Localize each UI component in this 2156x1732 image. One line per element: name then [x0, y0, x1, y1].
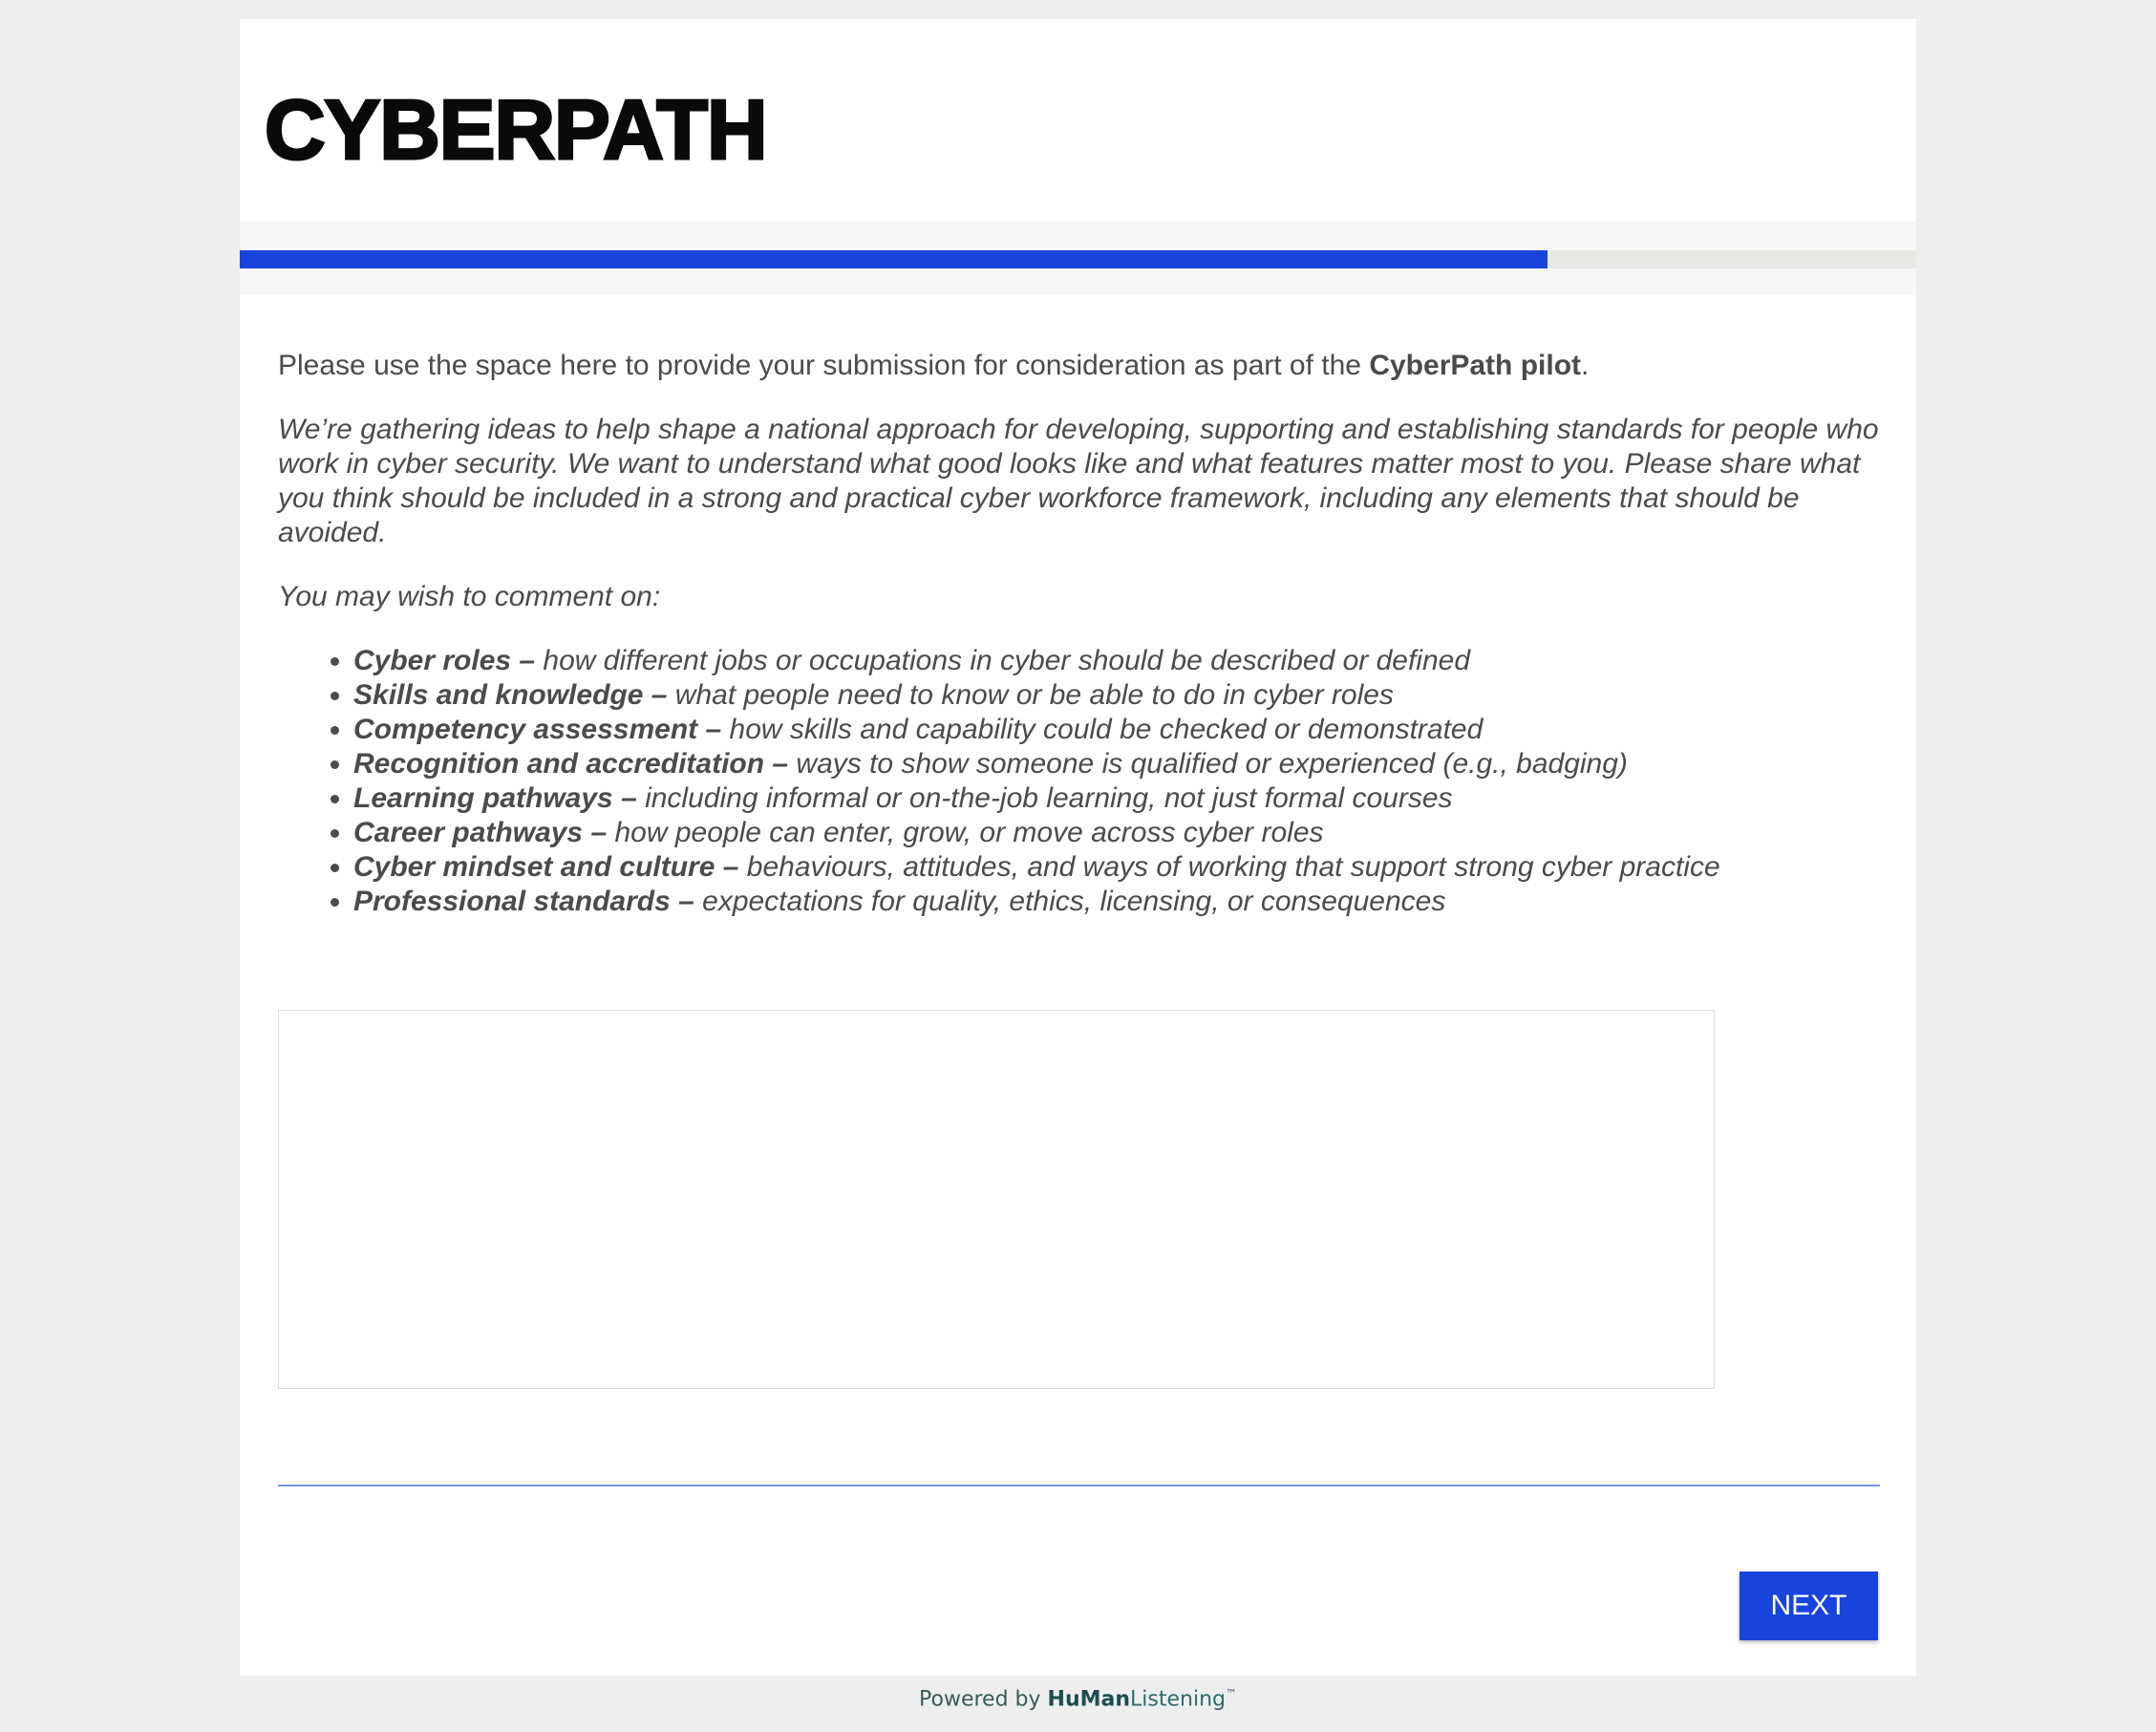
powered-by-label: Powered by	[919, 1687, 1048, 1712]
trademark-symbol: ™	[1225, 1687, 1237, 1700]
list-item: Cyber mindset and culture – behaviours, …	[353, 850, 1883, 885]
list-item: Learning pathways – including informal o…	[353, 781, 1883, 816]
topic-description: how different jobs or occupations in cyb…	[535, 645, 1471, 676]
topic-description: what people need to know or be able to d…	[667, 679, 1394, 711]
list-item: Career pathways – how people can enter, …	[353, 816, 1883, 850]
survey-card: CYBERPATH Please use the space here to p…	[240, 19, 1916, 1676]
cyberpath-logo: CYBERPATH	[264, 82, 770, 177]
list-item: Competency assessment – how skills and c…	[353, 713, 1883, 747]
humanlistening-logo-part2: Listening	[1130, 1687, 1226, 1712]
topic-title: Recognition and accreditation –	[353, 748, 789, 780]
question-content: Please use the space here to provide you…	[278, 349, 1883, 919]
topic-title: Learning pathways –	[353, 782, 637, 814]
intro-text-end: .	[1581, 350, 1590, 381]
topic-title: Career pathways –	[353, 817, 608, 848]
intro-text-start: Please use the space here to provide you…	[278, 350, 1370, 381]
topic-description: ways to show someone is qualified or exp…	[788, 748, 1628, 780]
list-item: Recognition and accreditation – ways to …	[353, 747, 1883, 781]
submission-textarea[interactable]	[278, 1010, 1715, 1389]
comment-prompt: You may wish to comment on:	[278, 581, 661, 612]
topic-description: how skills and capability could be check…	[721, 714, 1484, 745]
next-button[interactable]: NEXT	[1740, 1572, 1878, 1640]
topic-description: expectations for quality, ethics, licens…	[694, 886, 1446, 917]
divider	[278, 1485, 1880, 1486]
intro-text: Please use the space here to provide you…	[278, 349, 1883, 383]
topic-description: how people can enter, grow, or move acro…	[607, 817, 1324, 848]
description-text: We’re gathering ideas to help shape a na…	[278, 414, 1879, 548]
powered-by-footer: Powered by HuManListening™	[0, 1687, 2156, 1711]
progress-bar-fill	[240, 250, 1548, 268]
topic-title: Competency assessment –	[353, 714, 722, 745]
topic-description: including informal or on-the-job learnin…	[636, 782, 1453, 814]
topic-description: behaviours, attitudes, and ways of worki…	[738, 851, 1720, 883]
list-item: Cyber roles – how different jobs or occu…	[353, 644, 1883, 678]
list-item: Skills and knowledge – what people need …	[353, 678, 1883, 713]
progress-bar	[240, 250, 1916, 268]
topic-title: Professional standards –	[353, 886, 694, 917]
progress-section	[240, 222, 1916, 295]
topic-list: Cyber roles – how different jobs or occu…	[278, 644, 1883, 919]
topic-title: Cyber mindset and culture –	[353, 851, 739, 883]
humanlistening-logo-part1: HuMan	[1047, 1687, 1131, 1712]
intro-text-highlight: CyberPath pilot	[1369, 350, 1582, 381]
list-item: Professional standards – expectations fo…	[353, 885, 1883, 919]
topic-title: Cyber roles –	[353, 645, 536, 676]
topic-title: Skills and knowledge –	[353, 679, 668, 711]
